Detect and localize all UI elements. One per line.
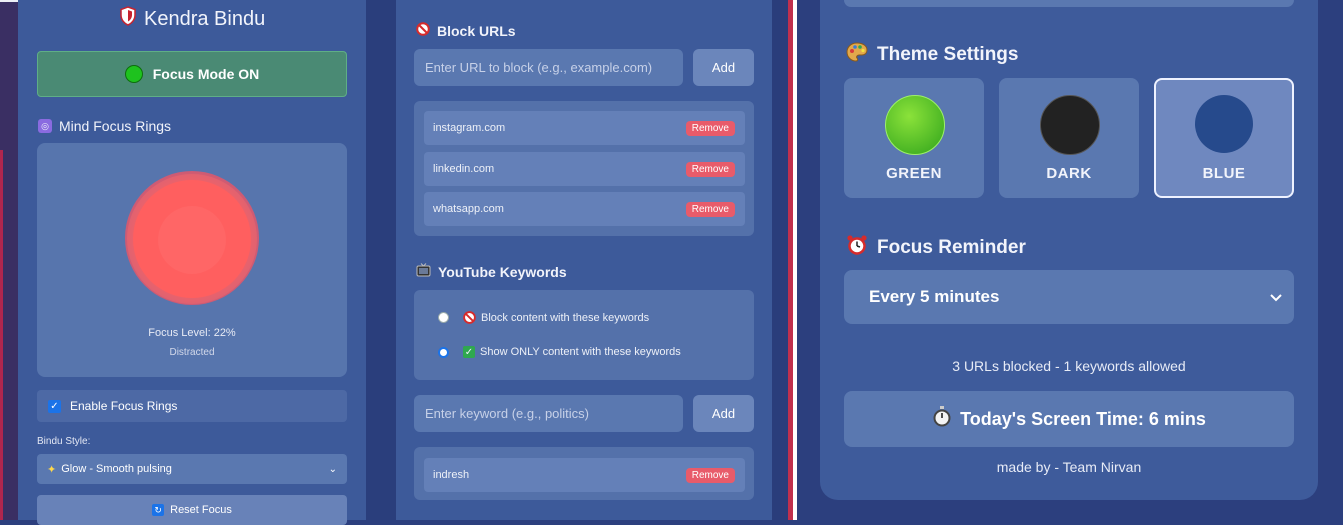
theme-settings-title-text: Theme Settings — [877, 44, 1019, 65]
tv-icon — [416, 263, 431, 280]
bindu-style-value: Glow - Smooth pulsing — [61, 463, 172, 475]
youtube-title: YouTube Keywords — [416, 263, 567, 280]
add-url-label: Add — [711, 60, 736, 75]
prohibited-icon — [463, 311, 476, 324]
rings-icon: ◎ — [38, 119, 52, 133]
radio-block[interactable] — [438, 312, 449, 323]
theme-label-dark: DARK — [1046, 165, 1092, 182]
theme-settings-title: Theme Settings — [846, 42, 1018, 68]
refresh-icon: ↻ — [152, 504, 165, 516]
shield-icon — [120, 6, 136, 32]
status-dot-icon — [124, 65, 143, 83]
bindu-style-label: Bindu Style: — [37, 436, 91, 447]
keyword-input[interactable]: Enter keyword (e.g., politics) — [414, 395, 683, 432]
panel-gap — [366, 0, 396, 520]
chevron-down-icon: ⌄ — [328, 463, 337, 475]
sparkle-icon: ✦ — [47, 463, 57, 476]
panel-gap — [772, 0, 788, 520]
stopwatch-icon — [932, 406, 952, 432]
blocked-url: instagram.com — [433, 122, 506, 134]
block-urls-title: Block URLs — [416, 22, 516, 39]
add-keyword-button[interactable]: Add — [693, 395, 754, 432]
rings-title: ◎ Mind Focus Rings — [38, 118, 171, 134]
reset-focus-button[interactable]: ↻ Reset Focus — [37, 495, 347, 525]
list-item: indresh Remove — [424, 458, 745, 492]
keyword-input-placeholder: Enter keyword (e.g., politics) — [425, 406, 590, 421]
blocked-url: whatsapp.com — [433, 203, 504, 215]
rings-title-text: Mind Focus Rings — [59, 118, 172, 134]
focus-reminder-title-text: Focus Reminder — [877, 236, 1026, 258]
url-input[interactable]: Enter URL to block (e.g., example.com) — [414, 49, 683, 86]
blocking-stats: 3 URLs blocked - 1 keywords allowed — [952, 358, 1186, 374]
reset-focus-label: Reset Focus — [170, 504, 232, 516]
theme-label-green: GREEN — [886, 165, 942, 182]
made-by-credit: made by - Team Nirvan — [996, 459, 1142, 475]
alarm-clock-icon — [846, 234, 868, 261]
green-swatch — [885, 95, 945, 155]
radio-only[interactable] — [438, 346, 449, 358]
brand-name: Kendra Bindu — [144, 7, 266, 30]
palette-icon — [846, 42, 868, 68]
remove-button[interactable]: Remove — [685, 201, 735, 217]
url-input-placeholder: Enter URL to block (e.g., example.com) — [425, 60, 653, 75]
prohibited-icon — [416, 22, 430, 39]
theme-option-green[interactable]: GREEN — [844, 78, 984, 198]
focus-mode-label: Focus Mode ON — [152, 66, 260, 82]
radio-only-option[interactable]: ✓ Show ONLY content with these keywords — [438, 346, 681, 358]
radio-only-label: Show ONLY content with these keywords — [480, 346, 681, 358]
radio-block-label: Block content with these keywords — [481, 311, 650, 324]
focus-state-text: Distracted — [169, 347, 215, 358]
enable-rings-checkbox[interactable]: ✓ — [48, 399, 61, 413]
blocked-url: linkedin.com — [433, 163, 495, 175]
remove-button[interactable]: Remove — [685, 467, 735, 483]
radio-block-option[interactable]: Block content with these keywords — [438, 311, 649, 324]
dark-swatch — [1040, 95, 1100, 155]
add-keyword-label: Add — [711, 406, 736, 421]
screen-time-card: Today's Screen Time: 6 mins — [844, 391, 1294, 447]
panel-top-strip — [844, 0, 1294, 7]
reminder-interval-select[interactable]: Every 5 minutes — [844, 270, 1294, 324]
block-urls-title-text: Block URLs — [437, 22, 516, 39]
background-accent-line — [0, 150, 3, 520]
theme-option-dark[interactable]: DARK — [999, 78, 1139, 198]
focus-reminder-title: Focus Reminder — [846, 234, 1026, 261]
keyword-text: indresh — [433, 469, 470, 481]
theme-label-blue: BLUE — [1202, 165, 1246, 182]
keyword-mode-card — [414, 290, 754, 380]
focus-level-text: Focus Level: 22% — [148, 327, 236, 339]
reminder-interval-value: Every 5 minutes — [869, 287, 1000, 306]
check-mark-icon: ✓ — [463, 346, 475, 358]
enable-rings-label: Enable Focus Rings — [70, 399, 178, 413]
divider-white — [793, 0, 797, 520]
focus-mode-toggle[interactable]: Focus Mode ON — [37, 51, 347, 97]
theme-option-blue[interactable]: BLUE — [1154, 78, 1294, 198]
brand-header: Kendra Bindu — [120, 6, 265, 32]
focus-ring-core — [158, 206, 226, 274]
list-item: linkedin.com Remove — [424, 152, 745, 186]
youtube-title-text: YouTube Keywords — [438, 263, 567, 280]
chevron-down-icon — [1270, 287, 1282, 307]
blue-swatch — [1195, 95, 1253, 153]
remove-button[interactable]: Remove — [685, 120, 735, 136]
add-url-button[interactable]: Add — [693, 49, 754, 86]
list-item: whatsapp.com Remove — [424, 192, 745, 226]
bindu-style-select[interactable]: ✦ Glow - Smooth pulsing ⌄ — [37, 454, 347, 484]
screen-time-text: Today's Screen Time: 6 mins — [960, 408, 1206, 429]
list-item: instagram.com Remove — [424, 111, 745, 145]
enable-rings-row[interactable]: ✓ Enable Focus Rings — [37, 390, 347, 422]
remove-button[interactable]: Remove — [685, 161, 735, 177]
